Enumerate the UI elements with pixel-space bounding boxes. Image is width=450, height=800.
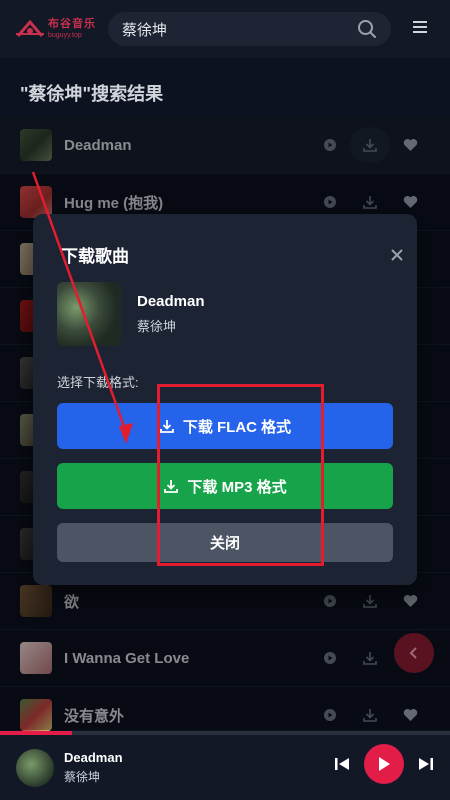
close-icon xyxy=(391,249,403,261)
results-title: "蔡徐坤"搜索结果 xyxy=(20,84,164,104)
player-cover[interactable] xyxy=(16,748,54,787)
logo-name: 布谷音乐 xyxy=(48,18,96,30)
dialog-artist: 蔡徐坤 xyxy=(137,319,177,334)
play-icon xyxy=(379,757,390,771)
player-artist: 蔡徐坤 xyxy=(64,770,101,784)
next-icon[interactable] xyxy=(418,756,434,772)
dialog-song-cover xyxy=(57,282,121,346)
previous-icon[interactable] xyxy=(334,756,350,772)
logo-sub: buguyy.top xyxy=(48,32,82,39)
search-bar xyxy=(108,12,391,46)
play-button[interactable] xyxy=(364,744,404,784)
dialog-title: 下载歌曲 xyxy=(61,247,129,266)
logo[interactable]: 布谷音乐 buguyy.top xyxy=(16,18,108,40)
app-header: 布谷音乐 buguyy.top xyxy=(0,0,450,58)
dialog-song-info: Deadman 蔡徐坤 xyxy=(57,282,205,346)
dialog-close-button[interactable] xyxy=(377,244,417,266)
dialog-song-name: Deadman xyxy=(137,293,205,310)
player-title: Deadman xyxy=(64,750,123,765)
menu-icon[interactable] xyxy=(412,20,428,34)
search-input[interactable] xyxy=(122,20,357,38)
player-bar: Deadman 蔡徐坤 xyxy=(0,735,450,800)
annotation-box xyxy=(157,384,324,566)
search-icon[interactable] xyxy=(357,19,377,39)
logo-icon xyxy=(16,19,44,37)
format-label: 选择下载格式: xyxy=(57,375,139,390)
